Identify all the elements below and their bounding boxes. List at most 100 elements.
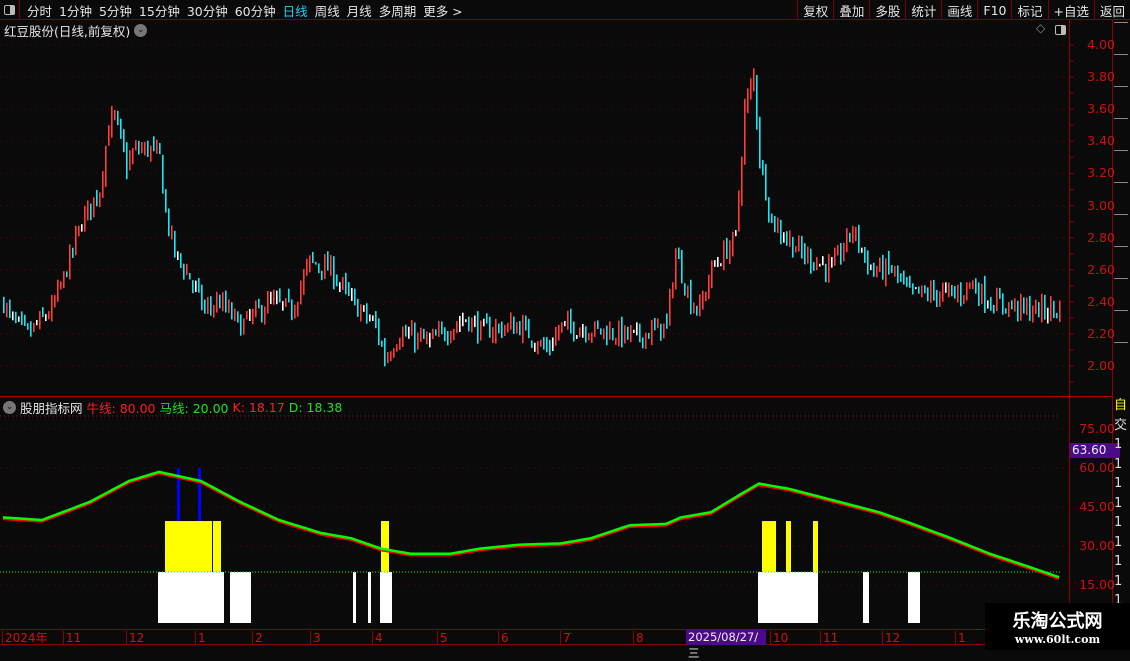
side-panel-text: 1 — [1114, 534, 1123, 550]
candlestick — [744, 98, 746, 165]
candlestick — [75, 225, 77, 256]
chevron-down-icon[interactable]: ⌄ — [3, 401, 16, 414]
candlestick — [111, 105, 113, 138]
candlestick — [642, 337, 644, 349]
white-signal-bar — [815, 572, 818, 623]
candlestick — [957, 284, 959, 303]
candlestick — [48, 311, 50, 320]
candlestick — [888, 250, 890, 275]
candlestick — [507, 322, 509, 333]
candlestick — [723, 240, 725, 271]
candlestick — [885, 258, 887, 287]
candlestick — [258, 298, 260, 309]
candlestick — [504, 324, 506, 336]
candlestick — [132, 147, 134, 165]
candlestick — [846, 228, 848, 253]
candlestick — [1014, 298, 1016, 312]
candlestick — [594, 321, 596, 337]
candlestick — [465, 319, 467, 323]
time-axis: 2024年 11 12 1 2 3 4 5 6 7 8 10 11 12 1 — [0, 629, 1069, 645]
candlestick — [795, 246, 797, 253]
pane-separator[interactable] — [0, 396, 1112, 397]
candlestick — [186, 263, 188, 276]
candlestick — [987, 300, 989, 309]
chart-canvas[interactable] — [0, 0, 1130, 650]
candlestick — [453, 328, 455, 341]
candlestick — [201, 284, 203, 311]
side-panel-cell — [1114, 310, 1128, 326]
candlestick — [747, 88, 749, 114]
candlestick — [369, 314, 371, 322]
white-signal-bar — [863, 572, 869, 623]
candlestick — [549, 339, 551, 356]
candlestick — [297, 301, 299, 317]
side-panel-cell — [1114, 278, 1128, 294]
candlestick — [6, 302, 8, 318]
candlestick — [1017, 300, 1019, 322]
candlestick — [906, 277, 908, 288]
side-panel-cell — [1114, 342, 1128, 358]
side-panel-cell — [1114, 214, 1128, 230]
candlestick — [681, 249, 683, 284]
watermark-url: www.60lt.com — [1014, 633, 1101, 646]
candlestick — [93, 197, 95, 218]
time-axis-label: 1 — [955, 631, 966, 645]
blue-signal-line — [198, 468, 201, 522]
candlestick — [720, 263, 722, 267]
candlestick — [948, 282, 950, 298]
price-axis-label: 2.60 — [1087, 261, 1115, 277]
candlestick — [582, 324, 584, 338]
candlestick — [294, 304, 296, 319]
candlestick — [567, 310, 569, 330]
yellow-signal-bar — [207, 521, 212, 572]
candlestick — [438, 321, 440, 337]
candlestick — [300, 280, 302, 305]
candlestick — [735, 230, 737, 237]
candlestick — [165, 189, 167, 213]
candlestick — [36, 320, 38, 326]
white-signal-bar — [233, 572, 251, 623]
candlestick — [963, 295, 965, 304]
d-label: D: — [288, 400, 303, 415]
candlestick — [936, 290, 938, 308]
candlestick — [780, 219, 782, 245]
candlestick — [306, 258, 308, 276]
candlestick — [321, 270, 323, 281]
candlestick — [510, 312, 512, 330]
candlestick — [24, 314, 26, 326]
candlestick — [312, 251, 314, 264]
candlestick — [444, 327, 446, 342]
candlestick — [96, 189, 98, 207]
white-signal-bar — [908, 572, 920, 623]
candlestick — [159, 142, 161, 155]
candlestick — [246, 311, 248, 320]
candlestick — [162, 154, 164, 194]
candlestick — [1044, 294, 1046, 320]
white-signal-bar — [182, 572, 206, 623]
candlestick — [774, 215, 776, 233]
candlestick — [717, 256, 719, 268]
candlestick — [1035, 299, 1037, 314]
candlestick — [15, 311, 17, 324]
candlestick — [81, 224, 83, 232]
price-axis-label: 3.20 — [1087, 165, 1115, 181]
candlestick — [303, 268, 305, 295]
candlestick — [975, 278, 977, 294]
candlestick — [231, 302, 233, 320]
candlestick — [570, 308, 572, 334]
white-signal-bar — [779, 572, 788, 623]
candlestick — [564, 320, 566, 327]
candlestick — [489, 316, 491, 338]
candlestick — [672, 282, 674, 299]
candlestick — [804, 243, 806, 265]
indicator-name[interactable]: 股朋指标网 — [20, 398, 83, 417]
candlestick — [108, 125, 110, 146]
candlestick — [1002, 293, 1004, 315]
candlestick — [921, 285, 923, 298]
candlestick — [435, 329, 437, 336]
candlestick — [867, 250, 869, 275]
candlestick — [156, 139, 158, 154]
candlestick — [345, 272, 347, 295]
white-signal-bar — [368, 572, 371, 623]
candlestick — [534, 342, 536, 352]
